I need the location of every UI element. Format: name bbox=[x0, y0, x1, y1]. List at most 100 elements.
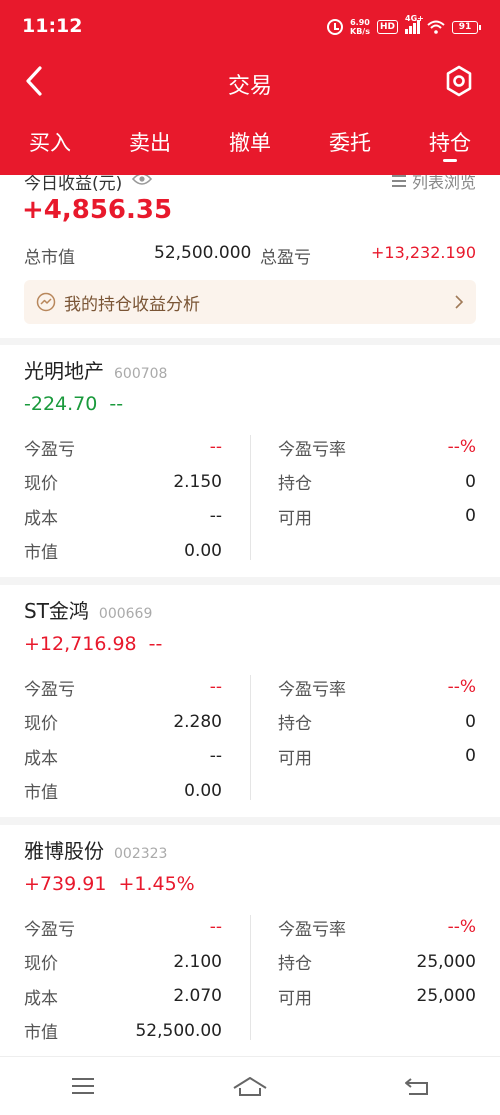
holding-market-value-label: 市值 bbox=[24, 543, 58, 564]
available-label: 可用 bbox=[278, 748, 312, 769]
stock-change: -224.70 -- bbox=[24, 393, 129, 415]
stock-change: +12,716.98 -- bbox=[24, 633, 168, 655]
available-value: 25,000 bbox=[416, 986, 476, 1007]
cost-row: 成本 -- bbox=[24, 499, 222, 534]
network-speed-unit: KB/s bbox=[350, 27, 370, 36]
available-label: 可用 bbox=[278, 508, 312, 529]
stock-header: 光明地产 600708 bbox=[24, 355, 167, 384]
chevron-right-icon bbox=[455, 295, 464, 309]
today-profit-value: +4,856.35 bbox=[22, 195, 173, 225]
today-pl-value: -- bbox=[209, 437, 222, 458]
stock-name: 光明地产 bbox=[24, 359, 104, 383]
today-pl-rate-value: --% bbox=[447, 917, 476, 938]
cost-label: 成本 bbox=[24, 988, 58, 1009]
trade-app: 11:12 6.90 KB/s HD 4G+ 91 交易 买入 卖出 撤单 委托… bbox=[0, 0, 500, 1115]
price-label: 现价 bbox=[24, 474, 58, 495]
stock-header: 雅博股份 002323 bbox=[24, 835, 167, 864]
price-value: 2.280 bbox=[173, 711, 222, 732]
holding-market-value: 0.00 bbox=[184, 540, 222, 561]
return-icon bbox=[404, 1078, 428, 1095]
stock-header: ST金鸿 000669 bbox=[24, 595, 152, 624]
market-value-row: 市值 52,500.00 bbox=[24, 1014, 222, 1049]
cost-value: -- bbox=[209, 746, 222, 767]
position-label: 持仓 bbox=[278, 954, 312, 975]
holding-market-value: 52,500.00 bbox=[135, 1020, 222, 1041]
position-value: 0 bbox=[465, 711, 476, 732]
list-view-label: 列表浏览 bbox=[411, 175, 476, 192]
cost-row: 成本 -- bbox=[24, 739, 222, 774]
holding-right-column: 今盈亏率 --% 持仓 0 可用 0 bbox=[278, 670, 476, 774]
today-pl-value: -- bbox=[209, 677, 222, 698]
holding-left-column: 今盈亏 -- 现价 2.150 成本 -- 市值 0.00 bbox=[24, 430, 222, 568]
trade-tabs: 买入 卖出 撤单 委托 持仓 bbox=[0, 118, 500, 170]
position-row: 持仓 0 bbox=[278, 705, 476, 740]
column-divider bbox=[250, 435, 251, 560]
list-icon bbox=[391, 175, 406, 187]
status-icons: 6.90 KB/s HD 4G+ 91 bbox=[327, 14, 481, 38]
position-label: 持仓 bbox=[278, 474, 312, 495]
cost-value: 2.070 bbox=[173, 986, 222, 1007]
today-pl-value: -- bbox=[209, 917, 222, 938]
price-label: 现价 bbox=[24, 714, 58, 735]
holding-card[interactable]: 光明地产 600708 -224.70 -- 今盈亏 -- 现价 2.150 成本 -… bbox=[0, 345, 500, 577]
network-speed-value: 6.90 bbox=[350, 18, 370, 27]
stock-change-percent: -- bbox=[148, 633, 163, 655]
stock-code: 002323 bbox=[114, 846, 168, 862]
stock-change-amount: +739.91 bbox=[24, 873, 107, 895]
stock-code: 000669 bbox=[98, 606, 153, 622]
price-value: 2.100 bbox=[173, 951, 222, 972]
menu-button[interactable] bbox=[63, 1071, 103, 1101]
cost-label: 成本 bbox=[24, 508, 58, 529]
today-pl-rate-label: 今盈亏率 bbox=[278, 679, 346, 700]
today-pl-label: 今盈亏 bbox=[24, 439, 75, 460]
trend-chart-icon bbox=[36, 292, 56, 312]
position-value: 25,000 bbox=[416, 951, 476, 972]
cost-label: 成本 bbox=[24, 748, 58, 769]
tab-cancel-order[interactable]: 撤单 bbox=[200, 118, 300, 170]
cost-row: 成本 2.070 bbox=[24, 979, 222, 1014]
total-pl-value: +13,232.190 bbox=[370, 243, 476, 262]
holding-card[interactable]: ST金鸿 000669 +12,716.98 -- 今盈亏 -- 现价 2.280 … bbox=[0, 585, 500, 817]
tab-positions[interactable]: 持仓 bbox=[400, 118, 500, 170]
position-value: 0 bbox=[465, 471, 476, 492]
status-time: 11:12 bbox=[22, 15, 83, 37]
return-button[interactable] bbox=[397, 1071, 437, 1101]
available-row: 可用 0 bbox=[278, 499, 476, 534]
column-divider bbox=[250, 675, 251, 800]
holding-market-value-label: 市值 bbox=[24, 783, 58, 804]
settings-hexagon-icon[interactable] bbox=[444, 64, 474, 98]
price-row: 现价 2.150 bbox=[24, 465, 222, 500]
network-type: 4G+ bbox=[405, 14, 424, 23]
today-pl-label: 今盈亏 bbox=[24, 679, 75, 700]
stock-code: 600708 bbox=[114, 366, 168, 382]
stock-change-percent: -- bbox=[109, 393, 124, 415]
profit-analysis-label: 我的持仓收益分析 bbox=[64, 294, 200, 315]
available-label: 可用 bbox=[278, 988, 312, 1009]
tab-sell[interactable]: 卖出 bbox=[100, 118, 200, 170]
menu-icon bbox=[72, 1078, 95, 1094]
stock-change-amount: +12,716.98 bbox=[24, 633, 137, 655]
holding-market-value-label: 市值 bbox=[24, 1023, 58, 1044]
status-bar: 11:12 6.90 KB/s HD 4G+ 91 bbox=[0, 0, 500, 52]
available-value: 0 bbox=[465, 746, 476, 767]
price-value: 2.150 bbox=[173, 471, 222, 492]
total-pl-label: 总盈亏 bbox=[260, 248, 311, 268]
holding-right-column: 今盈亏率 --% 持仓 0 可用 0 bbox=[278, 430, 476, 534]
summary-card: 今日收益(元) 列表浏览 +4,856.35 总市值 52,500.000 总盈… bbox=[0, 175, 500, 338]
holding-market-value: 0.00 bbox=[184, 780, 222, 801]
eye-icon[interactable] bbox=[132, 175, 152, 186]
tab-buy[interactable]: 买入 bbox=[0, 118, 100, 170]
today-pl-rate-row: 今盈亏率 --% bbox=[278, 430, 476, 465]
holding-card[interactable]: 雅博股份 002323 +739.91 +1.45% 今盈亏 -- 现价 2.100… bbox=[0, 825, 500, 1057]
today-pl-rate-value: --% bbox=[447, 677, 476, 698]
tab-orders[interactable]: 委托 bbox=[300, 118, 400, 170]
available-row: 可用 0 bbox=[278, 739, 476, 774]
today-profit-label: 今日收益(元) bbox=[24, 175, 123, 194]
page-title: 交易 bbox=[227, 74, 272, 99]
list-view-button[interactable]: 列表浏览 bbox=[391, 175, 476, 193]
today-pl-rate-label: 今盈亏率 bbox=[278, 919, 346, 940]
profit-analysis-link[interactable]: 我的持仓收益分析 bbox=[24, 280, 476, 324]
today-pl-rate-row: 今盈亏率 --% bbox=[278, 910, 476, 945]
price-label: 现价 bbox=[24, 954, 58, 975]
home-button[interactable] bbox=[230, 1071, 270, 1101]
